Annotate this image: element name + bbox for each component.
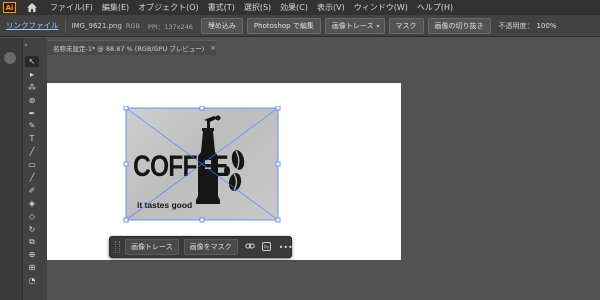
close-icon[interactable]: × [210, 44, 216, 52]
lasso-tool-icon[interactable]: ⊛ [25, 95, 39, 106]
artboard[interactable]: COFFEE it tastes good [47, 83, 401, 260]
linked-file-link[interactable]: リンクファイル [6, 20, 59, 31]
opacity-value[interactable]: 100% [537, 22, 557, 30]
menu-items: ファイル(F) 編集(E) オブジェクト(O) 書式(T) 選択(S) 効果(C… [50, 2, 462, 13]
line-tool-icon[interactable]: ╱ [25, 146, 39, 157]
shape-builder-tool-icon[interactable]: ◔ [25, 275, 39, 286]
home-icon[interactable] [26, 2, 38, 13]
document-tab-label: 名称未設定-1* @ 88.87 % (RGB/GPU プレビュー) [53, 45, 205, 53]
direct-selection-tool-icon[interactable]: ▸ [25, 69, 39, 80]
tools-list: ↖ ▸ ⁂ ⊛ ✒ ✎ T ╱ ▭ ╱ ✐ ◈ ◇ ↻ ⧉ ⊕ ⊞ ◔ [25, 56, 43, 288]
curvature-tool-icon[interactable]: ✎ [25, 120, 39, 131]
rotate-tool-icon[interactable]: ↻ [25, 224, 39, 235]
menu-object[interactable]: オブジェクト(O) [138, 2, 199, 13]
menu-type[interactable]: 書式(T) [208, 2, 235, 13]
embed-button[interactable]: 埋め込み [200, 17, 243, 34]
paintbrush-tool-icon[interactable]: ╱ [25, 172, 39, 183]
menu-help[interactable]: ヘルプ(H) [417, 2, 453, 13]
svg-text:Ps: Ps [264, 244, 270, 250]
image-trace-label: 画像トレース [331, 21, 374, 30]
pencil-tool-icon[interactable]: ✐ [25, 185, 39, 196]
magic-wand-tool-icon[interactable]: ⁂ [25, 82, 39, 93]
chevron-down-icon: ▾ [376, 22, 380, 30]
menu-select[interactable]: 選択(S) [244, 2, 271, 13]
eraser-tool-icon[interactable]: ◇ [25, 211, 39, 222]
menu-file[interactable]: ファイル(F) [50, 2, 93, 13]
tool-panel: « ↖ ▸ ⁂ ⊛ ✒ ✎ T ╱ ▭ ╱ ✐ ◈ ◇ ↻ ⧉ ⊕ ⊞ ◔ [0, 38, 47, 300]
illustrator-logo-icon: Ai [3, 2, 16, 13]
opacity-label: 不透明度： [498, 21, 534, 30]
free-transform-tool-icon[interactable]: ⊞ [25, 262, 39, 273]
photoshop-edit-button[interactable]: Photoshop で編集 [246, 17, 321, 34]
menu-window[interactable]: ウィンドウ(W) [354, 2, 408, 13]
pen-tool-icon[interactable]: ✒ [25, 108, 39, 119]
control-bar: リンクファイル IMG_9621.png RGB PPI：137x246 埋め込… [0, 15, 600, 37]
document-tab[interactable]: 名称未設定-1* @ 88.87 % (RGB/GPU プレビュー) × [47, 40, 216, 55]
rectangle-tool-icon[interactable]: ▭ [25, 159, 39, 170]
properties-panel-icon[interactable] [4, 52, 16, 64]
canvas-area[interactable]: COFFEE it tastes good [47, 55, 600, 300]
menu-edit[interactable]: 編集(E) [102, 2, 129, 13]
selection-bounding-box[interactable] [123, 106, 283, 224]
type-tool-icon[interactable]: T [25, 133, 39, 144]
filename-text: IMG_9621.png [71, 21, 122, 30]
shaper-tool-icon[interactable]: ◈ [25, 198, 39, 209]
menu-bar: Ai ファイル(F) 編集(E) オブジェクト(O) 書式(T) 選択(S) 効… [0, 0, 600, 15]
panel-strip [0, 38, 23, 300]
puppet-warp-tool-icon[interactable]: ⊕ [25, 249, 39, 260]
menu-view[interactable]: 表示(V) [317, 2, 345, 13]
link-icon[interactable] [244, 242, 255, 252]
more-options-icon[interactable]: ••• [279, 243, 293, 252]
image-trace-button[interactable]: 画像トレース [125, 239, 179, 255]
crop-image-button[interactable]: 画像の切り抜き [427, 17, 491, 34]
image-trace-button[interactable]: 画像トレース ▾ [324, 17, 385, 34]
photoshop-icon[interactable]: Ps [262, 241, 272, 253]
ppi-text: PPI：137x246 [147, 22, 193, 31]
divider [64, 18, 66, 33]
color-mode-text: RGB [125, 21, 140, 30]
contextual-task-bar: 画像トレース 画像をマスク Ps ••• [109, 236, 293, 258]
menu-effect[interactable]: 効果(C) [280, 2, 308, 13]
collapse-arrows-icon[interactable]: « [24, 42, 28, 49]
scale-tool-icon[interactable]: ⧉ [25, 236, 39, 247]
selection-tool-icon[interactable]: ↖ [25, 56, 39, 67]
mask-image-button[interactable]: 画像をマスク [183, 239, 238, 255]
mask-button[interactable]: マスク [388, 17, 424, 34]
grip-handle-icon[interactable] [115, 241, 120, 253]
